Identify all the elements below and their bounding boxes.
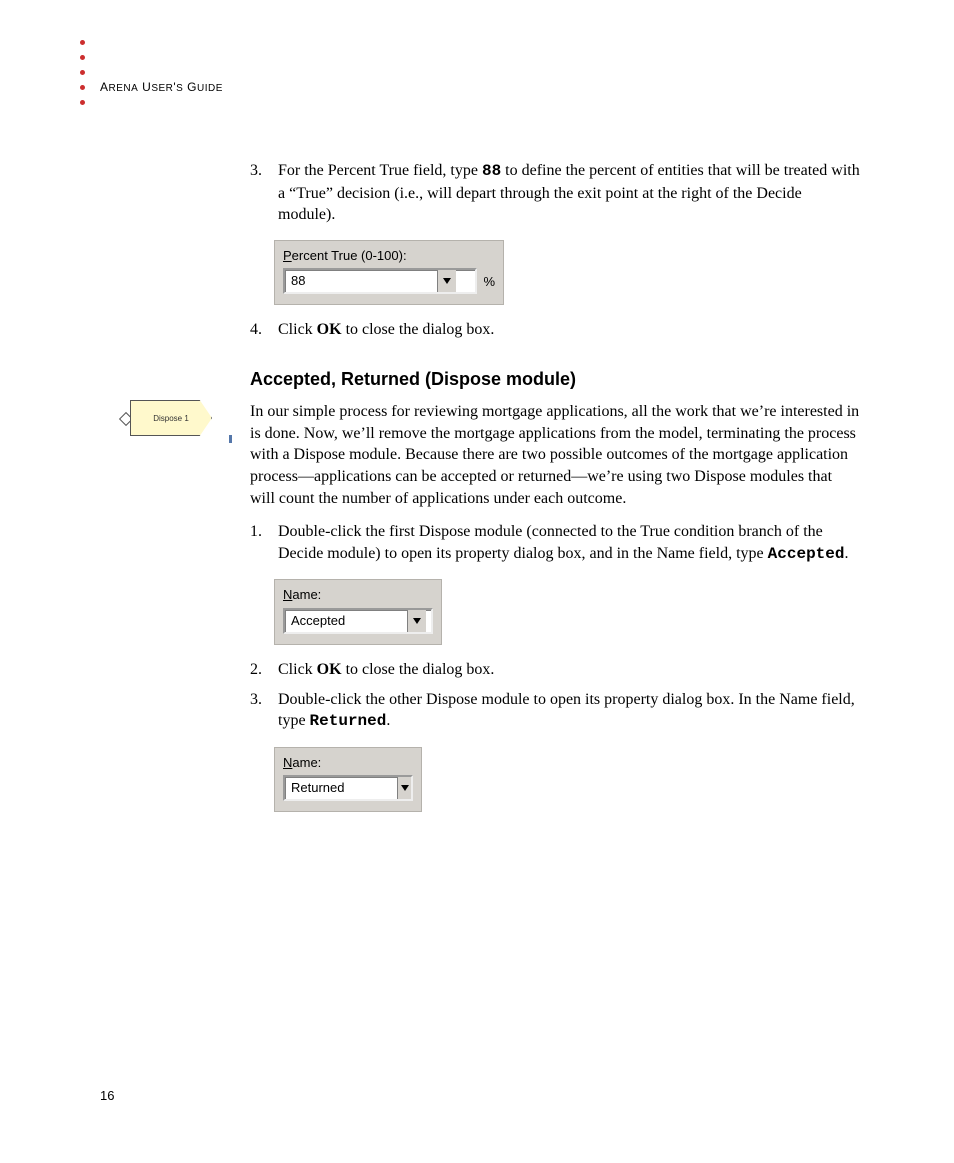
list-number: 3. [250,689,268,733]
dispose-port-icon [229,435,232,443]
list-item-step-4: 4. Click OK to close the dialog box. [250,319,860,341]
dstep3-code: Returned [310,712,387,730]
name-label: Name: [283,586,433,604]
list-item-dispose-1: 1. Double-click the first Dispose module… [250,521,860,565]
step3-text-a: For the Percent True field, type [278,162,482,179]
section-heading-accepted-returned: Accepted, Returned (Dispose module) [250,367,860,391]
dialog-name-returned: Name: Returned [274,747,422,813]
intro-paragraph: In our simple process for reviewing mort… [250,401,860,509]
percent-true-value: 88 [285,270,437,292]
dialog-percent-true: Percent True (0-100): 88 % [274,240,504,306]
dstep1-code: Accepted [768,545,845,563]
chevron-down-icon [401,785,409,791]
dstep2-text-b: to close the dialog box. [342,661,495,678]
percent-true-combobox[interactable]: 88 [283,268,477,294]
name-value-accepted: Accepted [285,610,407,632]
page: ARENA USER'S GUIDE 3. For the Percent Tr… [0,0,954,1163]
running-header: ARENA USER'S GUIDE [100,80,223,94]
margin-bullets [80,40,85,115]
percent-true-label: Percent True (0-100): [283,247,495,265]
name-combobox-returned[interactable]: Returned [283,775,413,801]
name-combobox-accepted[interactable]: Accepted [283,608,433,634]
percent-suffix: % [483,273,495,291]
list-item-step-3: 3. For the Percent True field, type 88 t… [250,160,860,226]
list-number: 4. [250,319,268,341]
dstep2-text-a: Click [278,661,317,678]
dropdown-button[interactable] [437,270,456,292]
dstep1-text-b: . [844,545,848,562]
dispose-module-icon: Dispose 1 [130,400,220,445]
step4-text-b: to close the dialog box. [342,321,495,338]
chevron-down-icon [413,618,421,624]
dispose-label: Dispose 1 [153,414,189,423]
step3-code: 88 [482,162,501,180]
list-item-dispose-3: 3. Double-click the other Dispose module… [250,689,860,733]
list-item-dispose-2: 2. Click OK to close the dialog box. [250,659,860,681]
list-number: 2. [250,659,268,681]
list-number: 1. [250,521,268,565]
dialog-name-accepted: Name: Accepted [274,579,442,645]
content-column: 3. For the Percent True field, type 88 t… [250,160,860,826]
step4-text-a: Click [278,321,317,338]
dstep2-bold: OK [317,661,342,678]
dstep3-text-b: . [386,712,390,729]
page-number: 16 [100,1088,114,1103]
chevron-down-icon [443,278,451,284]
name-label: Name: [283,754,413,772]
step4-bold: OK [317,321,342,338]
dropdown-button[interactable] [397,777,411,799]
dropdown-button[interactable] [407,610,426,632]
dispose-shape: Dispose 1 [130,400,212,436]
name-value-returned: Returned [285,777,397,799]
list-number: 3. [250,160,268,226]
dstep1-text-a: Double-click the first Dispose module (c… [278,523,823,562]
